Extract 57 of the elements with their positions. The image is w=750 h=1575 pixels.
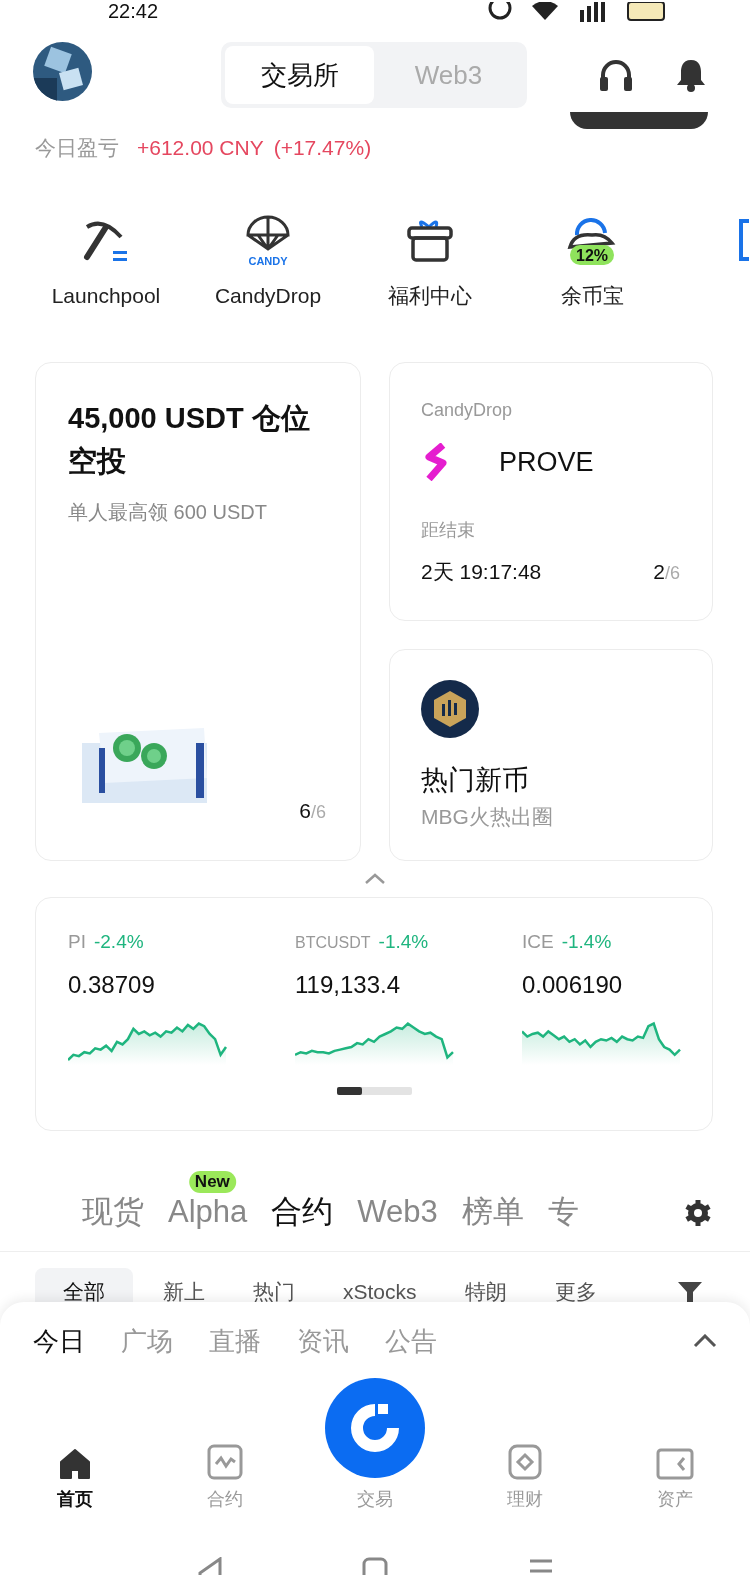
ticker-price[interactable]: 0.38709 (68, 966, 295, 1003)
page-number: 6 (299, 798, 311, 822)
market-tab[interactable]: 合约 (259, 1188, 346, 1236)
status-time: 22:42 (108, 0, 159, 22)
back-icon[interactable] (196, 1557, 222, 1575)
hot-subtitle: MBG火热出圈 (421, 803, 554, 830)
bell-icon[interactable] (675, 58, 707, 92)
token-name: PROVE (499, 446, 594, 479)
shortcut-button[interactable]: 福利中心 (349, 208, 511, 328)
market-tab[interactable]: 现货 (70, 1188, 156, 1236)
candydrop-card[interactable]: CandyDrop PROVE 距结束 2天 19:17:48 2/6 (389, 362, 713, 621)
coin-logo-icon (421, 680, 479, 738)
feed-tab[interactable]: 今日 (33, 1321, 85, 1361)
nav-item[interactable]: 首页 (0, 1448, 150, 1513)
ticker-price[interactable]: 119,133.4 (295, 966, 522, 1003)
hot-title: 热门新币 (421, 764, 530, 797)
wifi-icon (530, 2, 560, 22)
countdown-label: 距结束 (421, 518, 476, 542)
alarm-icon (488, 2, 512, 22)
hot-coin-card[interactable]: 热门新币 MBG火热出圈 (389, 649, 713, 861)
ticker-change: -2.4% (93, 931, 144, 952)
ticker-symbol: BTCUSDT (295, 934, 371, 951)
countdown: 2天 19:17:48 (421, 558, 542, 585)
wallet-icon (656, 1448, 694, 1480)
pnl-value: +612.00 CNY (137, 135, 264, 162)
segment-tab[interactable]: 交易所 (225, 46, 374, 104)
market-tab[interactable]: Web3 (345, 1188, 450, 1236)
promo-subtitle: 单人最高领 600 USDT (68, 500, 268, 525)
market-tab[interactable]: 榜单 (449, 1188, 536, 1236)
promo-card[interactable]: 45,000 USDT 仓位空投 单人最高领 600 USDT 6/6 (35, 362, 361, 861)
market-tab[interactable]: 专 (535, 1188, 591, 1236)
signal-icon (578, 2, 608, 22)
headset-icon[interactable] (599, 58, 633, 92)
home-icon (58, 1448, 92, 1480)
new-badge: New (188, 1170, 236, 1193)
page-number: 2 (653, 559, 665, 583)
home-button-icon[interactable] (362, 1557, 388, 1575)
ticker-change: -1.4% (378, 931, 429, 952)
pnl-label: 今日盈亏 (35, 135, 119, 162)
shortcut-button[interactable]: Launchpool (25, 208, 187, 328)
shortcut-button[interactable]: CANDY CandyDrop (187, 208, 349, 328)
ticker-symbol: PI (68, 931, 86, 952)
promo-title: 45,000 USDT 仓位空投 (68, 401, 311, 479)
ticker-change: -1.4% (561, 931, 612, 952)
ticker-price[interactable]: 0.006190 (522, 966, 749, 1003)
pnl-percent: (+17.47%) (273, 135, 372, 162)
trade-logo-icon (325, 1378, 425, 1478)
card-label: CandyDrop (421, 399, 514, 422)
chevron-up-icon[interactable] (693, 1334, 717, 1348)
filter-icon[interactable] (676, 1279, 703, 1304)
menu-icon[interactable] (528, 1557, 554, 1575)
page-total: /6 (665, 562, 680, 583)
page-total: /6 (311, 801, 326, 822)
chart-icon (207, 1444, 243, 1480)
settings-icon[interactable] (684, 1199, 712, 1227)
shortcut-button[interactable]: 12% 余币宝 (511, 208, 673, 328)
ticker-symbol: ICE (522, 931, 554, 952)
